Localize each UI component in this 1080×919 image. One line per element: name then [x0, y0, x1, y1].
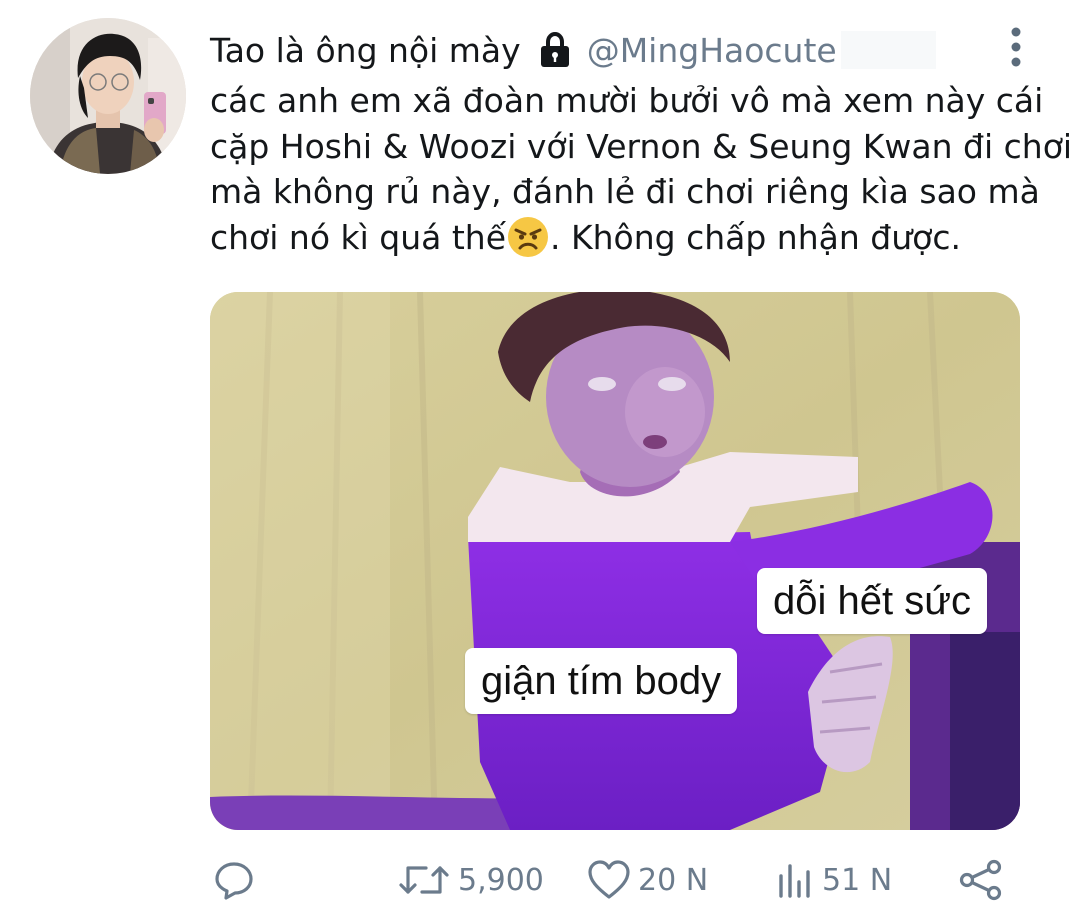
tweet-text-line: cặp Hoshi & Woozi với Vernon & Seung Kwa… [210, 126, 1073, 166]
retweet-count: 5,900 [458, 862, 544, 898]
reply-button[interactable] [212, 850, 262, 910]
tweet-media[interactable]: dỗi hết sức giận tím body [210, 292, 1020, 830]
tweet-text-segment: . Không chấp nhận được. [550, 217, 961, 257]
views-count: 51 N [822, 862, 893, 898]
meme-image [210, 292, 1020, 830]
tweet-header: Tao là ông nội mày @MingHaocute [210, 24, 936, 76]
views-button[interactable]: 51 N [776, 850, 892, 910]
avatar-image [30, 18, 186, 174]
tweet-text-line: chơi nó kì quá thế . Không chấp nhận đượ… [210, 215, 1060, 261]
share-button[interactable] [958, 850, 1004, 910]
lock-icon [535, 30, 575, 70]
display-name[interactable]: Tao là ông nội mày [210, 31, 521, 70]
like-count: 20 N [638, 862, 709, 898]
tweet-text: các anh em xã đoàn mười bưởi vô mà xem n… [210, 78, 1073, 261]
retweet-button[interactable]: 5,900 [396, 850, 544, 910]
heart-icon [588, 860, 630, 899]
tweet-text-line: các anh em xã đoàn mười bưởi vô mà xem n… [210, 81, 1044, 120]
views-icon [779, 864, 810, 898]
handle-redaction [840, 31, 936, 69]
avatar[interactable] [30, 18, 186, 174]
retweet-icon [399, 866, 449, 894]
meme-caption: dỗi hết sức [757, 568, 987, 634]
tweet-text-segment: chơi nó kì quá thế [210, 217, 507, 257]
reply-icon [215, 862, 253, 900]
share-icon [959, 859, 1002, 901]
meme-caption: giận tím body [465, 648, 738, 714]
tweet-text-line: mà không rủ này, đánh lẻ đi chơi riêng k… [210, 172, 1040, 211]
handle[interactable]: @MingHaocute [587, 31, 837, 70]
like-button[interactable]: 20 N [586, 850, 708, 910]
more-vertical-icon[interactable] [1004, 26, 1028, 68]
angry-face-emoji [506, 215, 550, 259]
tweet-actions: 5,900 20 N 51 N [0, 850, 1080, 910]
